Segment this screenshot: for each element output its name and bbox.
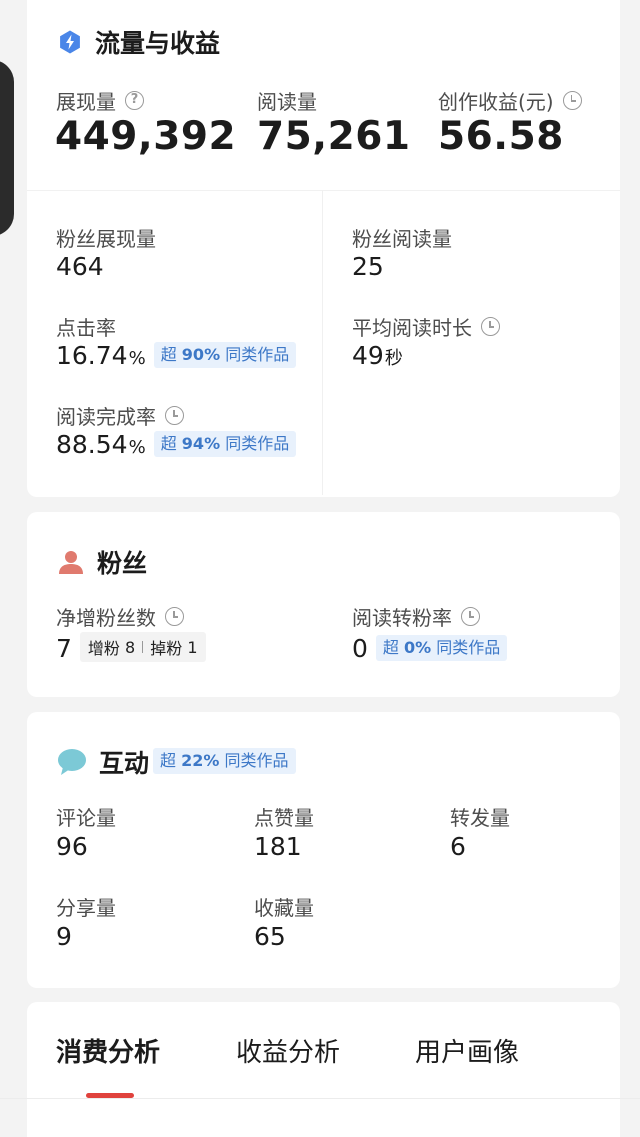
ctr-value: 16.74% 超 90% 同类作品 [56,341,297,372]
traffic-section-title: 流量与收益 [57,24,220,60]
shares-value: 9 [56,922,72,951]
speech-bubble-icon [57,748,87,776]
fans-title: 粉丝 [97,549,148,578]
reposts-label: 转发量 [450,806,510,830]
impressions-value: 449,392 [55,114,237,159]
completion-peer-chip: 超 94% 同类作品 [153,431,297,457]
question-circle-icon[interactable]: ? [125,91,144,110]
fan-impressions-label: 粉丝展现量 [56,227,156,251]
tab-revenue-analysis[interactable]: 收益分析 [236,1032,340,1069]
net-fans-value: 7 增粉 8 掉粉 1 [56,632,206,665]
clock-icon[interactable] [562,91,582,110]
completion-label: 阅读完成率 [56,401,184,430]
interaction-title: 互动 [99,749,150,778]
earnings-value: 56.58 [438,114,564,159]
traffic-title: 流量与收益 [95,29,221,58]
shares-label: 分享量 [56,896,116,920]
conversion-value: 0 超 0% 同类作品 [352,634,508,665]
fans-card: 粉丝 净增粉丝数 7 增粉 8 掉粉 1 阅读转粉率 0 超 0% 同类作品 [27,512,620,697]
column-divider [322,190,323,495]
tab-user-profile[interactable]: 用户画像 [415,1032,519,1069]
likes-value: 181 [254,832,302,861]
interaction-card: 互动 超 22% 同类作品 评论量 96 点赞量 181 转发量 6 分享量 9… [27,712,620,988]
favorites-value: 65 [254,922,286,951]
fan-reads-label: 粉丝阅读量 [352,227,452,251]
clock-icon[interactable] [165,406,184,425]
likes-label: 点赞量 [254,806,314,830]
conversion-peer-chip: 超 0% 同类作品 [375,635,508,661]
favorites-label: 收藏量 [254,896,314,920]
ctr-label: 点击率 [56,316,116,340]
person-icon [57,548,85,576]
completion-value: 88.54% 超 94% 同类作品 [56,430,297,461]
analysis-tabs-card: 消费分析 收益分析 用户画像 [27,1002,620,1137]
clock-icon[interactable] [461,607,480,626]
clock-icon[interactable] [481,317,500,336]
net-fans-label: 净增粉丝数 [56,602,184,631]
reads-label: 阅读量 [257,90,317,114]
earnings-label: 创作收益(元) [438,86,582,115]
side-drawer-handle[interactable] [0,60,14,236]
avg-time-label: 平均阅读时长 [352,312,500,341]
tab-bottom-border [0,1098,640,1099]
reposts-value: 6 [450,832,466,861]
comments-label: 评论量 [56,806,116,830]
fan-impressions-value: 464 [56,252,104,281]
reads-value: 75,261 [257,114,411,159]
traffic-card: 流量与收益 展现量 ? 449,392 阅读量 75,261 创作收益(元) 5… [27,0,620,497]
lightning-bolt-icon [57,29,83,55]
ctr-peer-chip: 超 90% 同类作品 [153,342,297,368]
comments-value: 96 [56,832,88,861]
clock-icon[interactable] [165,607,184,626]
tab-consumption-analysis[interactable]: 消费分析 [56,1032,160,1069]
conversion-label: 阅读转粉率 [352,602,480,631]
fan-reads-value: 25 [352,252,384,281]
interaction-section-title: 互动 [57,744,149,780]
fans-section-title: 粉丝 [57,544,147,580]
interaction-peer-chip: 超 22% 同类作品 [153,748,296,774]
fans-breakdown: 增粉 8 掉粉 1 [79,632,206,662]
impressions-label: 展现量 ? [56,86,144,115]
avg-time-value: 49 秒 [352,341,403,370]
